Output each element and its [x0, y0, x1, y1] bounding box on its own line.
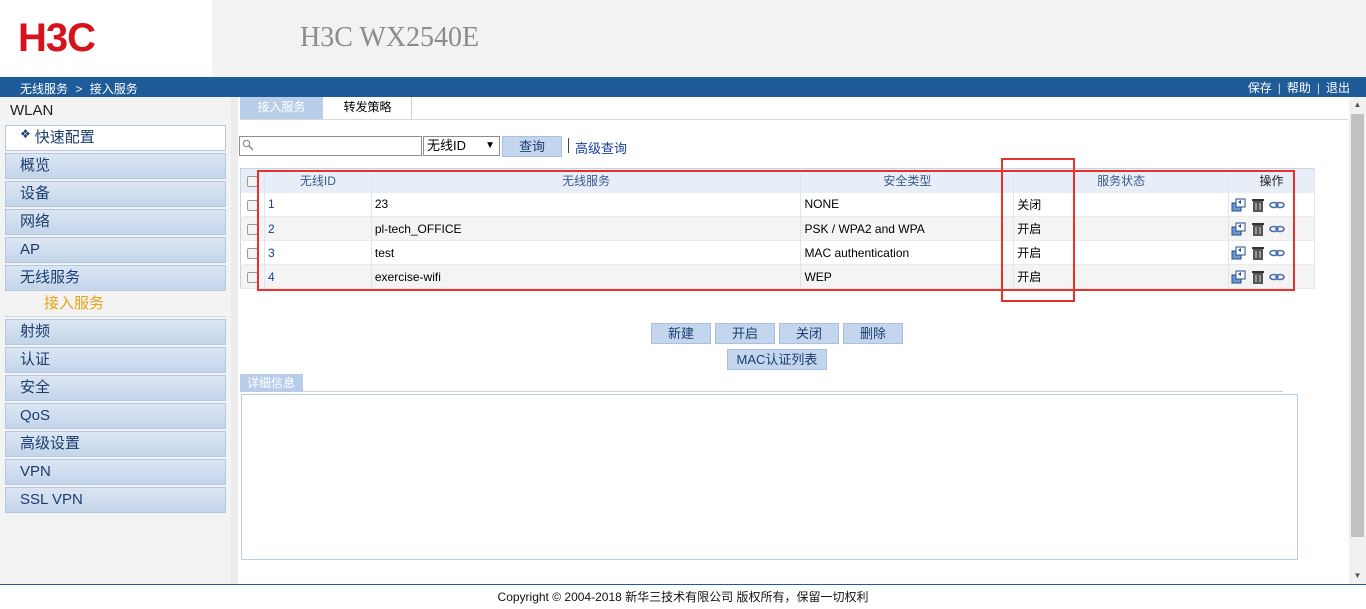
- sidebar-item-wireless-service[interactable]: 无线服务: [5, 265, 226, 291]
- sidebar-item-label: 快速配置: [34, 129, 95, 146]
- sidebar-item-radio[interactable]: 射频: [5, 319, 226, 345]
- sidebar-item-vpn[interactable]: VPN: [5, 459, 226, 485]
- sidebar-divider: [231, 97, 238, 584]
- top-links: 保存 | 帮助 | 退出: [1242, 79, 1356, 96]
- tab-underline: [240, 119, 1348, 120]
- details-panel: [241, 394, 1298, 560]
- search-input[interactable]: [239, 136, 422, 156]
- top-navbar: 无线服务 > 接入服务 保存 | 帮助 | 退出: [0, 77, 1366, 97]
- annotation-box-table: [257, 170, 1295, 291]
- tab-forwarding-policy[interactable]: 转发策略: [324, 97, 412, 119]
- details-divider: [303, 391, 1283, 392]
- annotation-box-status: [1001, 158, 1075, 302]
- sidebar-item-security[interactable]: 安全: [5, 375, 226, 401]
- scroll-down-icon[interactable]: ▼: [1349, 568, 1366, 584]
- search-field-select[interactable]: 无线ID ▼: [423, 136, 500, 156]
- search-icon: [242, 139, 254, 151]
- details-tab: 详细信息: [240, 374, 303, 392]
- diamond-icon: ❖: [20, 127, 31, 141]
- tab-access-service[interactable]: 接入服务: [240, 97, 323, 119]
- h3c-logo: H3C: [18, 16, 96, 60]
- scroll-up-icon[interactable]: ▲: [1349, 97, 1366, 113]
- sidebar-item-ap[interactable]: AP: [5, 237, 226, 263]
- sidebar-item-device[interactable]: 设备: [5, 181, 226, 207]
- footer-divider: [0, 584, 1366, 585]
- sidebar-item-quick-config[interactable]: ❖ 快速配置: [5, 125, 226, 151]
- logo-slant: [150, 0, 212, 77]
- breadcrumb-wireless-service[interactable]: 无线服务: [20, 82, 68, 96]
- dropdown-arrow-icon: ▼: [485, 140, 495, 151]
- scroll-thumb[interactable]: [1351, 114, 1364, 537]
- search-button[interactable]: 查询: [502, 136, 562, 157]
- help-link[interactable]: 帮助: [1281, 81, 1317, 95]
- sidebar-item-advanced[interactable]: 高级设置: [5, 431, 226, 457]
- sidebar-item-network[interactable]: 网络: [5, 209, 226, 235]
- enable-button[interactable]: 开启: [715, 323, 775, 344]
- product-title: H3C WX2540E: [300, 22, 480, 53]
- new-button[interactable]: 新建: [651, 323, 711, 344]
- sidebar: WLAN ❖ 快速配置 概览 设备 网络 AP 无线服务 接入服务 射频 认证 安…: [0, 97, 231, 584]
- delete-button[interactable]: 删除: [843, 323, 903, 344]
- sidebar-item-qos[interactable]: QoS: [5, 403, 226, 429]
- scrollbar[interactable]: ▲ ▼: [1349, 97, 1366, 584]
- sidebar-title: WLAN: [10, 102, 54, 119]
- subitem-divider: [5, 316, 226, 317]
- sidebar-subitem-access-service[interactable]: 接入服务: [44, 293, 104, 315]
- sidebar-item-overview[interactable]: 概览: [5, 153, 226, 179]
- logout-link[interactable]: 退出: [1320, 81, 1356, 95]
- advanced-search-separator: [568, 138, 569, 153]
- advanced-search-link[interactable]: 高级查询: [575, 138, 627, 157]
- sidebar-item-auth[interactable]: 认证: [5, 347, 226, 373]
- header: H3C H3C WX2540E: [0, 0, 1366, 77]
- breadcrumb: 无线服务 > 接入服务: [20, 80, 138, 97]
- sidebar-item-ssl-vpn[interactable]: SSL VPN: [5, 487, 226, 513]
- disable-button[interactable]: 关闭: [779, 323, 839, 344]
- search-field-value: 无线ID: [427, 138, 467, 153]
- save-link[interactable]: 保存: [1242, 81, 1278, 95]
- breadcrumb-access-service: 接入服务: [89, 82, 138, 96]
- footer-copyright: Copyright © 2004-2018 新华三技术有限公司 版权所有，保留一…: [497, 590, 869, 604]
- breadcrumb-separator: >: [75, 82, 83, 96]
- mac-auth-list-button[interactable]: MAC认证列表: [727, 349, 827, 370]
